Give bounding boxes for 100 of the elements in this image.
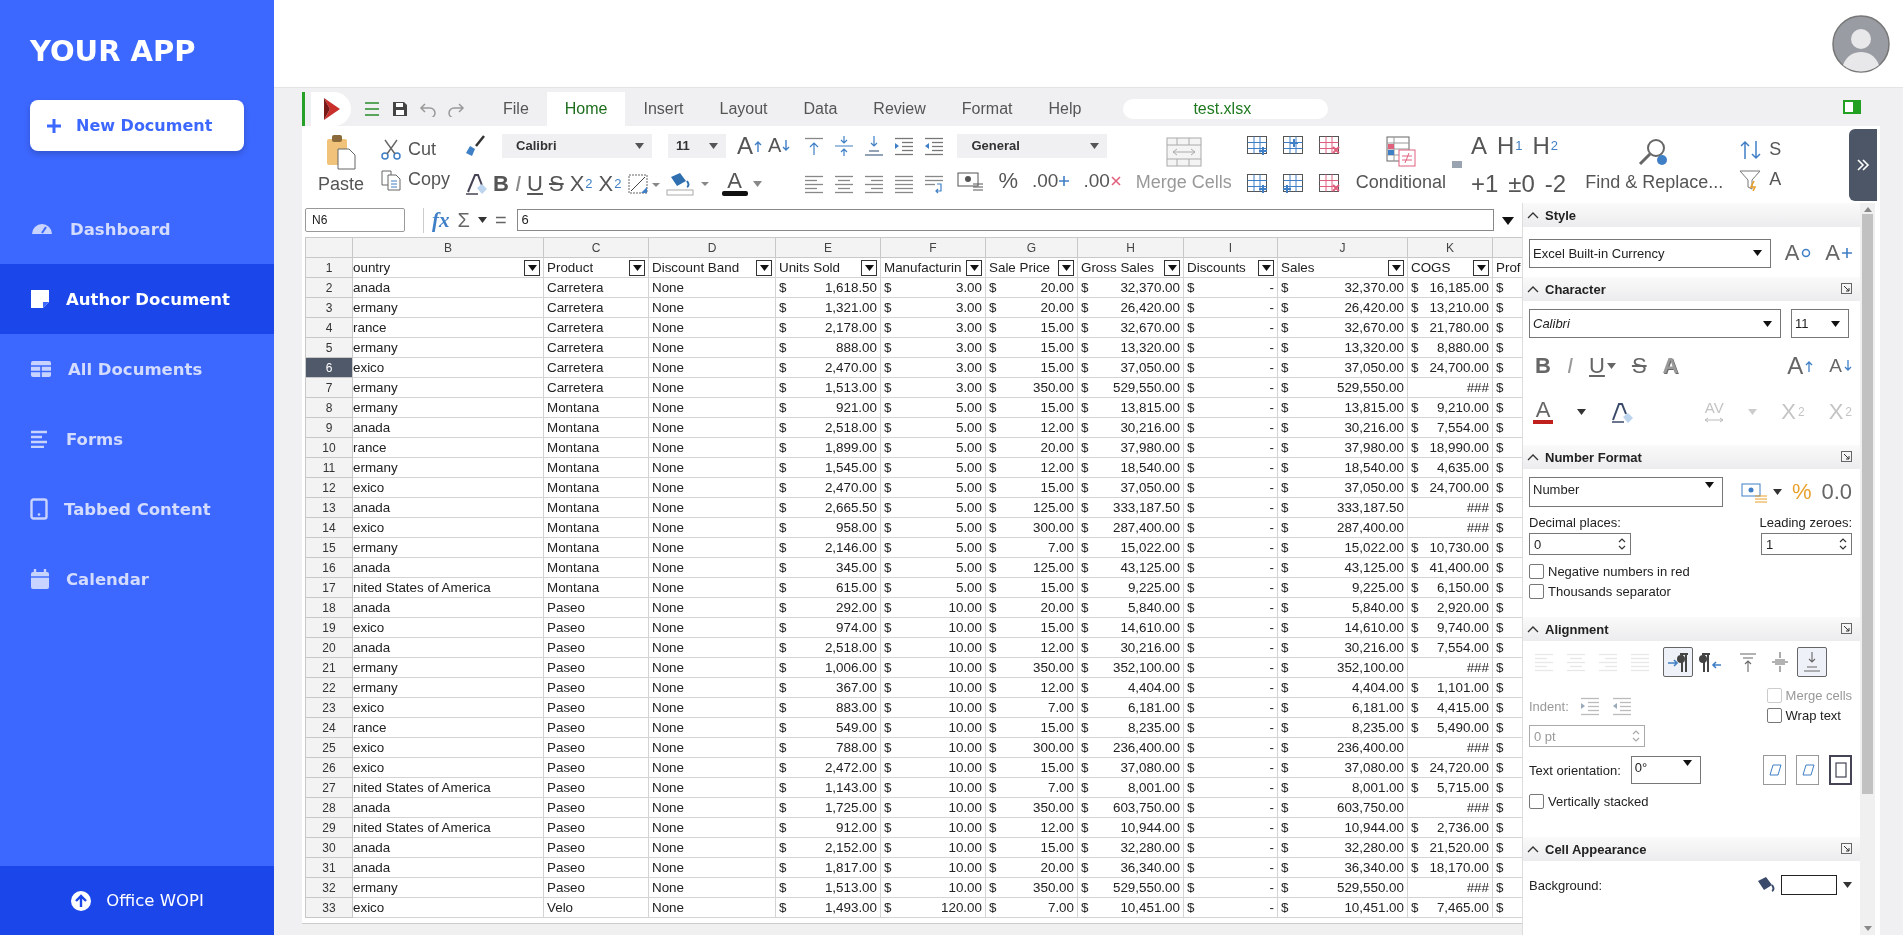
menu-tab[interactable]: Format: [943, 92, 1031, 126]
plus-icon[interactable]: [1842, 248, 1853, 258]
spin-arrows-icon[interactable]: [1618, 537, 1626, 551]
scissors-icon[interactable]: [380, 138, 403, 161]
shrink-font-button[interactable]: A: [767, 134, 792, 157]
row-header[interactable]: 33: [305, 897, 353, 918]
row-header[interactable]: 30: [305, 837, 353, 858]
column-letter[interactable]: K: [1407, 237, 1493, 258]
row-header[interactable]: 17: [305, 577, 353, 598]
sum-button[interactable]: Σ: [457, 208, 470, 232]
sidebar-toggle-icon[interactable]: [1842, 99, 1862, 115]
currency-icon[interactable]: [1740, 481, 1769, 503]
row-header[interactable]: 25: [305, 737, 353, 758]
align-middle-icon[interactable]: [833, 134, 856, 157]
border-icon[interactable]: [626, 171, 661, 196]
row-header[interactable]: 8: [305, 397, 353, 418]
font-size-dropdown[interactable]: 11: [1791, 309, 1849, 338]
find-replace-button[interactable]: Find & Replace...: [1583, 136, 1726, 193]
dialog-launcher-icon[interactable]: [1841, 450, 1853, 462]
number-format-dropdown[interactable]: Number: [1529, 477, 1723, 507]
caret-icon[interactable]: [1843, 882, 1853, 888]
chevron-up-icon[interactable]: [1527, 625, 1539, 633]
sort-icon[interactable]: [1739, 138, 1764, 161]
checkbox[interactable]: [1529, 793, 1544, 809]
insert-column-left-icon[interactable]: [1281, 172, 1306, 195]
font-color-button[interactable]: A: [720, 171, 749, 196]
checkbox[interactable]: [1529, 583, 1544, 599]
new-document-button[interactable]: New Document: [30, 100, 244, 151]
outline-level-button[interactable]: +1: [1469, 169, 1500, 198]
equals-button[interactable]: =: [494, 208, 507, 232]
row-header[interactable]: 18: [305, 597, 353, 618]
column-letter[interactable]: D: [648, 237, 776, 258]
dialog-launcher-icon[interactable]: [1841, 842, 1853, 854]
outline-level-button[interactable]: ±0: [1507, 169, 1536, 198]
row-header[interactable]: 11: [305, 457, 353, 478]
filter-button[interactable]: [1473, 259, 1489, 276]
arrow-down-icon[interactable]: [1844, 360, 1853, 372]
menu-tab[interactable]: Insert: [625, 92, 702, 126]
formula-input[interactable]: 6: [516, 209, 1494, 231]
section-header[interactable]: Number Format: [1523, 445, 1861, 469]
row-header[interactable]: 4: [305, 317, 353, 338]
sort-button[interactable]: S: [1737, 138, 1784, 161]
chevron-up-icon[interactable]: [1527, 845, 1539, 853]
column-letter[interactable]: F: [880, 237, 986, 258]
grow-font-button[interactable]: A: [1787, 352, 1814, 380]
scroll-up-icon[interactable]: [1863, 207, 1872, 212]
row-header[interactable]: 31: [305, 857, 353, 878]
filter-button[interactable]: [524, 259, 540, 276]
caret-icon[interactable]: [759, 264, 769, 271]
row-header[interactable]: 20: [305, 637, 353, 658]
cross-icon[interactable]: [1110, 175, 1121, 186]
color-swatch[interactable]: [1781, 875, 1838, 895]
row-header[interactable]: 1: [305, 257, 353, 278]
scrollbar[interactable]: [1860, 203, 1875, 935]
avatar[interactable]: [1832, 14, 1890, 73]
caret-icon[interactable]: [477, 217, 487, 223]
bold-button[interactable]: B: [1535, 353, 1551, 379]
strikethrough-button[interactable]: S: [1631, 353, 1647, 379]
caret-icon[interactable]: [969, 264, 979, 271]
menu-icon[interactable]: [363, 101, 381, 117]
filter-button[interactable]: [861, 259, 877, 276]
filter-button[interactable]: [756, 259, 772, 276]
spin-field[interactable]: 0: [1529, 533, 1631, 555]
spin-field[interactable]: 1: [1761, 533, 1853, 555]
row-header[interactable]: 27: [305, 777, 353, 798]
chevron-up-icon[interactable]: [1527, 211, 1539, 219]
row-header[interactable]: 19: [305, 617, 353, 638]
checkbox-label[interactable]: Negative numbers in red: [1548, 563, 1690, 579]
refresh-icon[interactable]: [1801, 248, 1812, 258]
percent-button[interactable]: %: [997, 167, 1019, 194]
column-letter[interactable]: B: [352, 237, 544, 258]
strikethrough-button[interactable]: S: [547, 170, 565, 197]
grow-font-button[interactable]: A: [736, 131, 764, 160]
row-header[interactable]: 7: [305, 377, 353, 398]
delete-row-icon[interactable]: [1317, 134, 1342, 157]
paste-icon[interactable]: [325, 134, 357, 170]
checkbox-label[interactable]: Vertically stacked: [1548, 793, 1649, 809]
name-box[interactable]: N6: [305, 208, 405, 232]
column-letter[interactable]: H: [1077, 237, 1184, 258]
highlight-icon[interactable]: [1610, 400, 1636, 424]
font-color-button[interactable]: A: [1533, 400, 1553, 424]
section-header[interactable]: Cell Appearance: [1523, 837, 1861, 861]
chevron-up-icon[interactable]: [1527, 453, 1539, 461]
row-header[interactable]: 13: [305, 497, 353, 518]
caret-icon[interactable]: [709, 142, 719, 149]
underline-button[interactable]: U: [1589, 353, 1616, 379]
copy-icon[interactable]: [380, 168, 403, 191]
filter-button[interactable]: [1388, 259, 1404, 276]
insert-column-icon[interactable]: [1245, 172, 1270, 195]
currency-icon[interactable]: [957, 169, 986, 192]
row-header[interactable]: 5: [305, 337, 353, 358]
caret-icon[interactable]: [635, 142, 645, 149]
font-size-dropdown[interactable]: 11: [668, 133, 727, 158]
caret-icon[interactable]: [1752, 250, 1762, 256]
paste-button[interactable]: Paste: [316, 134, 367, 195]
shrink-font-button[interactable]: A: [1829, 355, 1853, 377]
conditional-format-button[interactable]: Conditional: [1353, 136, 1448, 193]
filter-button[interactable]: [1164, 259, 1180, 276]
column-letter[interactable]: C: [543, 237, 649, 258]
row-header[interactable]: 32: [305, 877, 353, 898]
